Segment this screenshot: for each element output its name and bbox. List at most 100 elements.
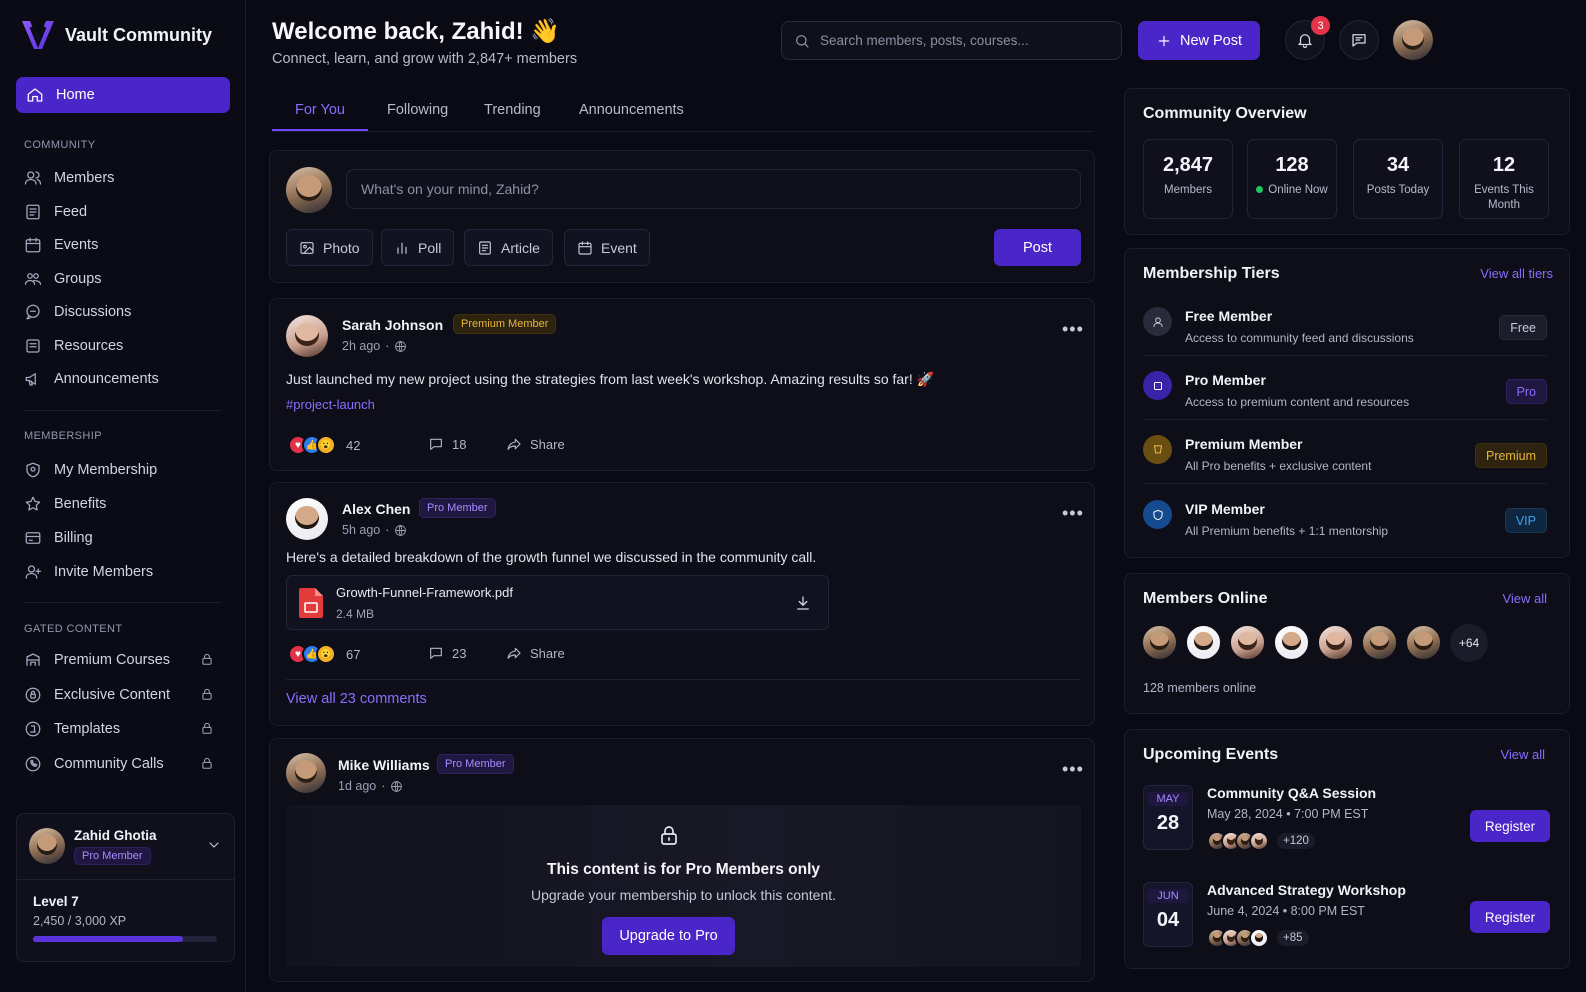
post-author[interactable]: Mike Williams (338, 757, 430, 773)
article-icon (479, 240, 491, 255)
tier-premium[interactable]: Premium Member All Pro benefits + exclus… (1143, 429, 1547, 491)
reactions[interactable]: ♥ 👍 😮 42 (288, 435, 360, 455)
online-member-avatar[interactable] (1273, 624, 1310, 661)
view-all-tiers-link[interactable]: View all tiers (1480, 266, 1553, 281)
brand[interactable]: Vault Community (20, 18, 212, 52)
active-tab-indicator (272, 129, 368, 131)
comments-button[interactable]: 18 (428, 436, 466, 452)
photo-button[interactable]: Photo (286, 229, 373, 266)
new-post-button[interactable]: New Post (1138, 21, 1260, 60)
attendee-avatar (1249, 928, 1269, 948)
sidebar-item-home[interactable]: Home (16, 77, 230, 113)
online-member-avatar[interactable] (1185, 624, 1222, 661)
divider (24, 410, 222, 411)
reactions[interactable]: ♥ 👍 😮 67 (288, 644, 360, 664)
tab-following[interactable]: Following (387, 102, 448, 118)
tier-desc: Access to community feed and discussions (1185, 331, 1414, 345)
sidebar-item-resources[interactable]: Resources (24, 334, 214, 358)
online-member-avatar[interactable] (1229, 624, 1266, 661)
event-button[interactable]: Event (564, 229, 650, 266)
avatar[interactable] (286, 315, 328, 357)
sidebar-item-members[interactable]: Members (24, 166, 214, 190)
online-member-avatar[interactable] (1141, 624, 1178, 661)
online-member-avatar[interactable] (1361, 624, 1398, 661)
comments-button[interactable]: 23 (428, 645, 466, 661)
chevron-down-icon[interactable] (206, 837, 222, 853)
globe-icon (391, 780, 403, 792)
divider (1143, 483, 1547, 484)
tab-trending[interactable]: Trending (484, 102, 541, 118)
sidebar-item-templates[interactable]: Templates (24, 717, 214, 741)
view-all-online-link[interactable]: View all (1502, 591, 1547, 606)
view-comments-link[interactable]: View all 23 comments (286, 691, 427, 707)
sidebar-item-feed[interactable]: Feed (24, 200, 214, 224)
event-title[interactable]: Community Q&A Session (1207, 785, 1376, 801)
reaction-count: 67 (346, 646, 361, 662)
more-members-count[interactable]: +64 (1450, 624, 1488, 662)
share-button[interactable]: Share (506, 645, 565, 661)
user-card[interactable]: Zahid Ghotia Pro Member Level 7 2,450 / … (16, 813, 235, 962)
sidebar-item-community-calls[interactable]: Community Calls (24, 752, 214, 776)
tier-pro[interactable]: Pro Member Access to premium content and… (1143, 365, 1547, 427)
post-author[interactable]: Alex Chen (342, 501, 410, 517)
online-member-avatar[interactable] (1317, 624, 1354, 661)
messages-button[interactable] (1339, 20, 1379, 60)
panel-title: Members Online (1143, 590, 1268, 607)
sidebar-item-groups[interactable]: Groups (24, 267, 214, 291)
post-author[interactable]: Sarah Johnson (342, 317, 443, 333)
tab-announcements[interactable]: Announcements (579, 102, 684, 118)
sidebar-item-invite[interactable]: Invite Members (24, 560, 214, 584)
notifications-button[interactable]: 3 (1285, 16, 1330, 60)
more-options-icon[interactable]: ••• (1062, 503, 1084, 524)
file-size: 2.4 MB (336, 607, 375, 621)
search-bar[interactable] (781, 21, 1122, 60)
panel-title: Upcoming Events (1143, 746, 1279, 763)
wow-icon: 😮 (316, 435, 336, 455)
tier-name: Premium Member (1185, 436, 1303, 452)
article-button[interactable]: Article (464, 229, 553, 266)
tier-vip[interactable]: VIP Member All Premium benefits + 1:1 me… (1143, 494, 1547, 556)
globe-icon (395, 340, 407, 352)
tier-badge: Pro Member (437, 754, 514, 774)
sidebar-item-events[interactable]: Events (24, 233, 214, 257)
register-button[interactable]: Register (1470, 810, 1550, 842)
profile-avatar[interactable] (1393, 20, 1433, 60)
sidebar-item-label: Feed (54, 204, 88, 220)
tier-badge: VIP (1504, 508, 1547, 533)
upgrade-button[interactable]: Upgrade to Pro (602, 917, 735, 955)
file-attachment[interactable]: Growth-Funnel-Framework.pdf 2.4 MB (286, 575, 829, 630)
more-options-icon[interactable]: ••• (1062, 319, 1084, 340)
sidebar-item-premium-courses[interactable]: Premium Courses (24, 648, 214, 672)
share-button[interactable]: Share (506, 436, 565, 452)
avatar[interactable] (286, 753, 326, 793)
search-input[interactable] (820, 33, 1121, 48)
event-title[interactable]: Advanced Strategy Workshop (1207, 882, 1406, 898)
sidebar-item-announcements[interactable]: Announcements (24, 367, 214, 391)
sidebar-item-my-membership[interactable]: My Membership (24, 458, 214, 482)
more-options-icon[interactable]: ••• (1062, 759, 1084, 780)
sidebar-item-discussions[interactable]: Discussions (24, 300, 214, 324)
sidebar-item-billing[interactable]: Billing (24, 526, 214, 550)
sidebar-item-exclusive-content[interactable]: Exclusive Content (24, 683, 214, 707)
poll-button[interactable]: Poll (381, 229, 455, 266)
post-meta: 2h ago · (342, 339, 407, 353)
event-day: 28 (1156, 812, 1180, 834)
sidebar-item-benefits[interactable]: Benefits (24, 492, 214, 516)
exclusive-icon (25, 687, 41, 703)
user-xp: 2,450 / 3,000 XP (33, 914, 127, 928)
register-button[interactable]: Register (1470, 901, 1550, 933)
tier-free[interactable]: Free Member Access to community feed and… (1143, 301, 1547, 363)
calendar-icon (25, 237, 41, 253)
avatar[interactable] (286, 498, 328, 540)
users-icon (24, 171, 42, 185)
post-card: Sarah Johnson Premium Member 2h ago · •••… (269, 298, 1095, 471)
composer-input[interactable]: What's on your mind, Zahid? (346, 169, 1081, 209)
download-icon[interactable] (794, 594, 812, 612)
post-button[interactable]: Post (994, 229, 1081, 266)
tier-badge: Pro Member (419, 498, 496, 518)
online-member-avatar[interactable] (1405, 624, 1442, 661)
view-all-events-link[interactable]: View all (1500, 747, 1545, 762)
share-label: Share (530, 436, 565, 452)
tab-for-you[interactable]: For You (295, 102, 345, 118)
post-hashtag[interactable]: #project-launch (286, 397, 375, 412)
